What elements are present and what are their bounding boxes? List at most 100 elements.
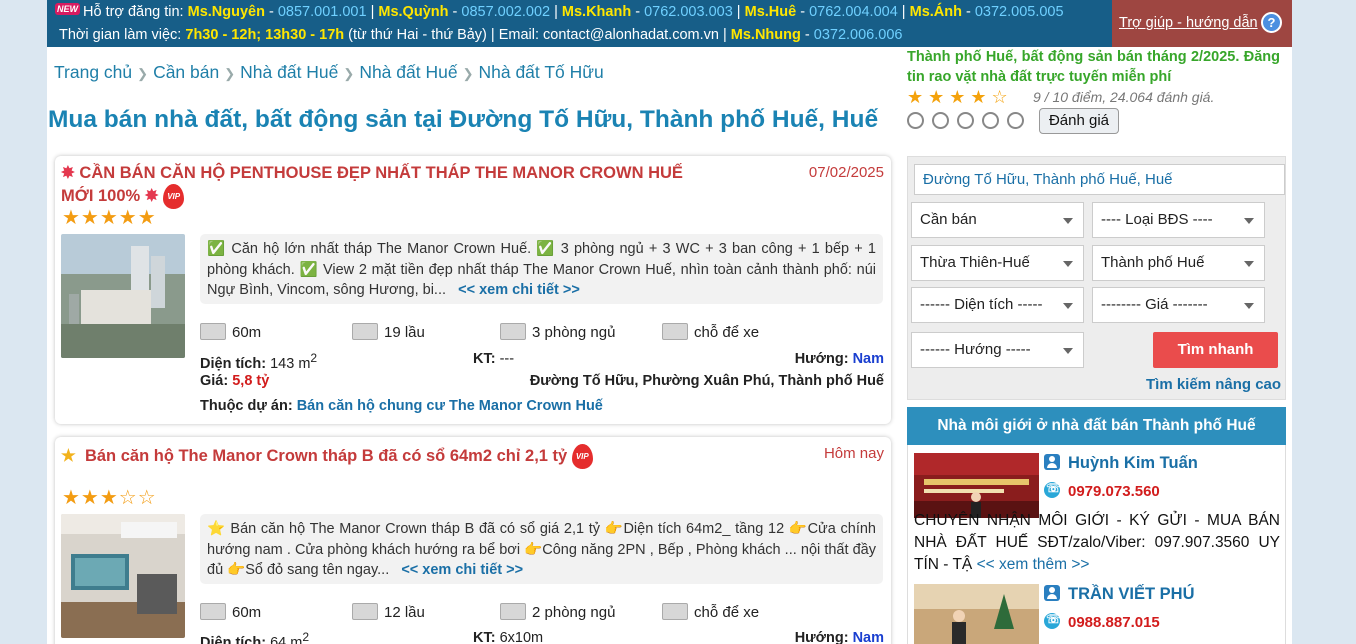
contact-name: Ms.Ánh xyxy=(909,4,962,20)
contact-phone[interactable]: 0857.002.002 xyxy=(461,4,550,20)
transaction-select[interactable]: Cần bán xyxy=(911,202,1084,238)
new-icon: NEW xyxy=(55,3,80,15)
support-bar: NEW Hỗ trợ đăng tin: Ms.Nguyên - 0857.001… xyxy=(47,0,1112,47)
broker-phone[interactable]: 0988.887.015 xyxy=(1044,612,1160,631)
property-type-select[interactable]: ---- Loại BĐS ---- xyxy=(1092,202,1265,238)
listing-title[interactable]: ✸ CẦN BÁN CĂN HỘ PENTHOUSE ĐẸP NHẤT THÁP… xyxy=(61,163,701,209)
user-icon xyxy=(1044,585,1060,601)
listing-title[interactable]: ★ Bán căn hộ The Manor Crown tháp B đã c… xyxy=(61,444,701,469)
page: NEW Hỗ trợ đăng tin: Ms.Nguyên - 0857.001… xyxy=(47,0,1292,644)
listing-features: 60m 12 lầu 2 phòng ngủ chỗ để xe xyxy=(200,603,884,623)
rating-radio[interactable] xyxy=(957,112,974,130)
broker-photo[interactable] xyxy=(914,453,1039,518)
see-more-link[interactable]: << xem thêm >> xyxy=(977,556,1090,573)
broker-name[interactable]: Huỳnh Kim Tuấn xyxy=(1044,454,1198,473)
listing-photo[interactable] xyxy=(61,234,185,358)
working-hours: 7h30 - 12h; 13h30 - 17h xyxy=(185,27,345,43)
project-category-link[interactable]: Bán căn hộ chung cư xyxy=(297,398,445,414)
price-value: 5,8 tỷ xyxy=(232,373,270,389)
listing-price-row: Giá: 5,8 tỷ Đường Tố Hữu, Phường Xuân Ph… xyxy=(200,373,884,393)
rating-summary: 9 / 10 điểm, 24.064 đánh giá. xyxy=(1033,89,1215,105)
quick-search-button[interactable]: Tìm nhanh xyxy=(1153,332,1278,368)
working-days: (từ thứ Hai - thứ Bảy) | Email: contact@… xyxy=(348,27,727,43)
help-box: Trợ giúp - hướng dẫn ? xyxy=(1112,0,1292,47)
area-select[interactable]: ------ Diện tích ----- xyxy=(911,287,1084,323)
help-icon[interactable]: ? xyxy=(1261,12,1282,33)
bedrooms: 2 phòng ngủ xyxy=(500,603,615,621)
road-width: 60m xyxy=(200,323,261,341)
direction-select[interactable]: ------ Hướng ----- xyxy=(911,332,1084,368)
rating-radio[interactable] xyxy=(982,112,999,130)
see-detail-link[interactable]: << xem chi tiết >> xyxy=(401,562,523,578)
broker-name[interactable]: TRẦN VIẾT PHÚ xyxy=(1044,585,1195,604)
floors: 19 lầu xyxy=(352,323,425,341)
broker-list: Huỳnh Kim Tuấn 0979.073.560 CHUYÊN NHẬN … xyxy=(907,445,1286,644)
floors-icon xyxy=(352,603,378,620)
project-link[interactable]: The Manor Crown Huế xyxy=(449,398,603,414)
help-link[interactable]: Trợ giúp - hướng dẫn xyxy=(1119,15,1258,31)
phone-icon xyxy=(1044,612,1061,629)
broker-heading: Nhà môi giới ở nhà đất bán Thành phố Huế xyxy=(907,407,1286,445)
parking: chỗ để xe xyxy=(662,323,759,341)
location-input[interactable]: Đường Tố Hữu, Thành phố Huế, Huế xyxy=(914,164,1285,195)
area-label: Diện tích: xyxy=(200,634,267,644)
broker-phone[interactable]: 0979.073.560 xyxy=(1044,481,1160,500)
listing-date: Hôm nay xyxy=(823,445,884,462)
direction-value: Nam xyxy=(852,351,884,367)
direction-value: Nam xyxy=(852,630,884,644)
contact-phone[interactable]: 0372.006.006 xyxy=(814,27,903,43)
listing-features: 60m 19 lầu 3 phòng ngủ chỗ để xe xyxy=(200,323,884,343)
broker-description: CHUYÊN NHẬN MÔI GIỚI - KÝ GỬI - MUA BÁN … xyxy=(914,512,1280,573)
contact-phone[interactable]: 0762.004.004 xyxy=(809,4,898,20)
star-icon: ★ xyxy=(61,447,76,465)
breadcrumb-item[interactable]: Nhà đất Huế xyxy=(240,62,338,82)
contact-phone[interactable]: 0857.001.001 xyxy=(278,4,367,20)
rate-button[interactable]: Đánh giá xyxy=(1039,108,1119,134)
project-label: Thuộc dự án: xyxy=(200,398,293,414)
breadcrumb-item[interactable]: Nhà đất Huế xyxy=(359,62,457,82)
car-icon xyxy=(662,603,688,620)
rating-options xyxy=(907,112,1032,130)
listing-card[interactable]: ★ Bán căn hộ The Manor Crown tháp B đã c… xyxy=(55,437,891,644)
rating-radio[interactable] xyxy=(1007,112,1024,130)
chevron-right-icon: ❯ xyxy=(343,66,355,81)
contact-name: Ms.Khanh xyxy=(561,4,632,20)
road-width: 60m xyxy=(200,603,261,621)
rating-title: Thành phố Huế, bất động sản bán tháng 2/… xyxy=(907,49,1280,85)
size-value: 6x10m xyxy=(499,630,544,644)
price-select[interactable]: -------- Giá ------- xyxy=(1092,287,1265,323)
breadcrumb-item[interactable]: Cần bán xyxy=(153,62,219,82)
sparkle-icon: ✸ xyxy=(144,187,159,205)
area-unit-exponent: 2 xyxy=(310,351,318,365)
district-select[interactable]: Thành phố Huế xyxy=(1092,245,1265,281)
advanced-search-link[interactable]: Tìm kiếm nâng cao xyxy=(1146,376,1281,393)
contact-phone[interactable]: 0762.003.003 xyxy=(644,4,733,20)
address: Đường Tố Hữu, Phường Xuân Phú, Thành phố… xyxy=(529,373,884,389)
listing-date: 07/02/2025 xyxy=(808,164,884,181)
listing-photo[interactable] xyxy=(61,514,185,638)
contact-name: Ms.Huê xyxy=(744,4,797,20)
province-select[interactable]: Thừa Thiên-Huế xyxy=(911,245,1084,281)
support-label: Hỗ trợ đăng tin: xyxy=(83,4,184,20)
car-icon xyxy=(662,323,688,340)
hours-label: Thời gian làm việc: xyxy=(59,27,182,43)
rating-radio[interactable] xyxy=(932,112,949,130)
area-unit-exponent: 2 xyxy=(302,630,310,644)
listing-meta: Diện tích: 64 m2 KT: 6x10m Hướng: Nam xyxy=(200,630,884,644)
listing-description: ⭐ Bán căn hộ The Manor Crown tháp B đã c… xyxy=(200,514,883,584)
listing-card[interactable]: ✸ CẦN BÁN CĂN HỘ PENTHOUSE ĐẸP NHẤT THÁP… xyxy=(55,156,891,424)
user-icon xyxy=(1044,454,1060,470)
contact-name: Ms.Nhung xyxy=(730,27,801,43)
breadcrumb-item[interactable]: Trang chủ xyxy=(54,62,132,82)
rating-radio[interactable] xyxy=(907,112,924,130)
contact-phone[interactable]: 0372.005.005 xyxy=(975,4,1064,20)
size-label: KT: xyxy=(473,630,496,644)
rating-stars-icon: ★★★☆☆ xyxy=(62,487,157,509)
listing-description: ✅ Căn hộ lớn nhất tháp The Manor Crown H… xyxy=(200,234,883,304)
listing-project-row: Thuộc dự án: Bán căn hộ chung cư The Man… xyxy=(200,398,884,418)
breadcrumb-item[interactable]: Nhà đất Tố Hữu xyxy=(478,62,603,82)
see-detail-link[interactable]: << xem chi tiết >> xyxy=(458,282,580,298)
broker-photo[interactable] xyxy=(914,584,1039,644)
contact-name: Ms.Nguyên xyxy=(187,4,265,20)
size-label: KT: xyxy=(473,351,496,367)
